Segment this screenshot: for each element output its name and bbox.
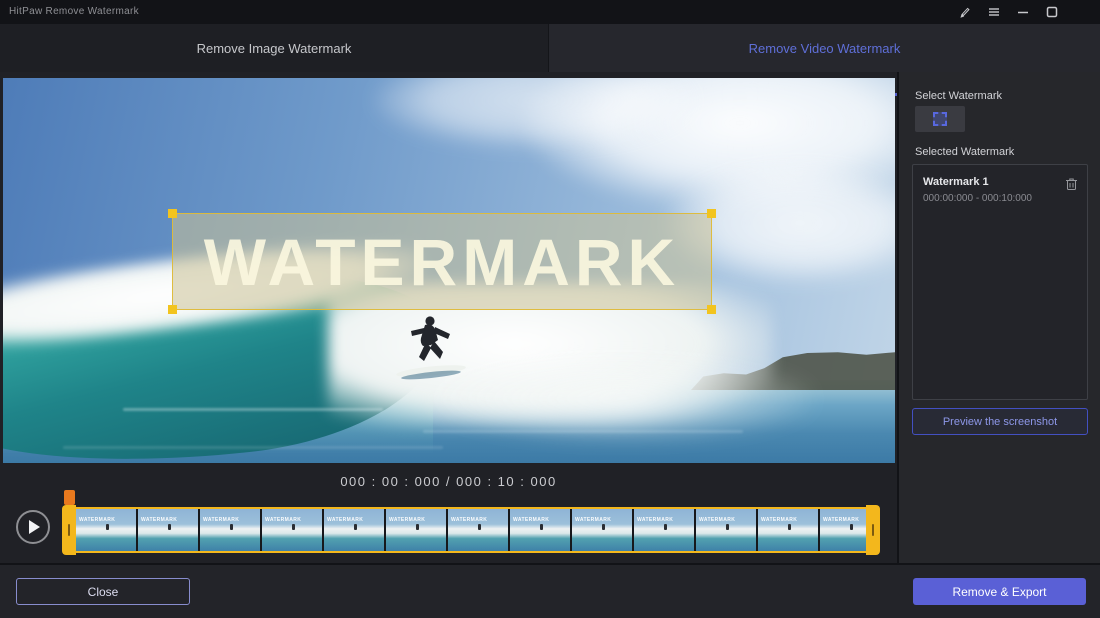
surfer-silhouette (391, 314, 475, 385)
titlebar: HitPaw Remove Watermark (0, 0, 1100, 24)
thumbnail-watermark-text: WATERMARK (203, 517, 240, 523)
water-ripple (63, 446, 443, 449)
thumbnail-watermark-text: WATERMARK (389, 517, 426, 523)
thumbnail-surfer (602, 524, 605, 530)
timeline-thumbnail[interactable]: WATERMARK (262, 509, 322, 551)
bottom-bar: Close Remove & Export (0, 563, 1100, 618)
tab-label: Remove Video Watermark (748, 40, 901, 56)
remove-export-button[interactable]: Remove & Export (913, 578, 1086, 605)
preview-screenshot-button[interactable]: Preview the screenshot (912, 408, 1088, 435)
thumbnail-surfer (850, 524, 853, 530)
thumbnail-surfer (416, 524, 419, 530)
thumbnail-watermark-text: WATERMARK (513, 517, 550, 523)
timeline-strip[interactable]: WATERMARK WATERMARK WATERMARK WATERMARK WATE… (62, 505, 880, 555)
handle-grip (68, 524, 70, 536)
tab-remove-image-watermark[interactable]: Remove Image Watermark (0, 24, 548, 72)
select-watermark-label: Select Watermark (915, 90, 1003, 102)
thumbnail-watermark-text: WATERMARK (637, 517, 674, 523)
handle-grip (872, 524, 874, 536)
timeline-thumbnails: WATERMARK WATERMARK WATERMARK WATERMARK WATE… (76, 507, 866, 553)
play-button[interactable] (16, 510, 50, 544)
thumbnail-surfer (292, 524, 295, 530)
right-panel: Select Watermark Selected Watermark Wate… (897, 72, 1100, 563)
select-watermark-tool-button[interactable] (915, 106, 965, 132)
thumbnail-watermark-text: WATERMARK (265, 517, 302, 523)
thumbnail-surfer (788, 524, 791, 530)
timeline-thumbnail[interactable]: WATERMARK (696, 509, 756, 551)
timeline-thumbnail[interactable]: WATERMARK (572, 509, 632, 551)
thumbnail-surfer (230, 524, 233, 530)
close-button[interactable]: Close (16, 578, 190, 605)
whitewater-spray (433, 356, 813, 441)
app-title: HitPaw Remove Watermark (9, 6, 139, 17)
selected-watermark-label: Selected Watermark (915, 146, 1015, 158)
thumbnail-surfer (478, 524, 481, 530)
watermark-selection-box[interactable]: WATERMARK (168, 209, 716, 314)
delete-watermark-icon[interactable] (1065, 177, 1078, 196)
selected-watermark-list: Watermark 1 000:00:000 - 000:10:000 (912, 164, 1088, 400)
thumbnail-surfer (354, 524, 357, 530)
maximize-icon[interactable] (1045, 6, 1058, 19)
thumbnail-watermark-text: WATERMARK (451, 517, 488, 523)
timecode-display: 000 : 00 : 000 / 000 : 10 : 000 (340, 474, 557, 489)
resize-handle-top-right[interactable] (707, 209, 716, 218)
timeline-thumbnail[interactable]: WATERMARK (510, 509, 570, 551)
thumbnail-surfer (106, 524, 109, 530)
resize-handle-top-left[interactable] (168, 209, 177, 218)
resize-handle-bottom-left[interactable] (168, 305, 177, 314)
app-window: HitPaw Remove Watermark Remove Image Wat… (0, 0, 1100, 618)
water-ripple (423, 430, 743, 433)
thumbnail-surfer (540, 524, 543, 530)
marquee-select-icon (933, 112, 947, 126)
timeline-thumbnail[interactable]: WATERMARK (138, 509, 198, 551)
tab-bar: Remove Image Watermark Remove Video Wate… (0, 24, 1100, 96)
timeline-thumbnail[interactable]: WATERMARK (634, 509, 694, 551)
timeline-thumbnail[interactable]: WATERMARK (386, 509, 446, 551)
thumbnail-watermark-text: WATERMARK (575, 517, 612, 523)
thumbnail-watermark-text: WATERMARK (699, 517, 736, 523)
play-icon (29, 520, 40, 534)
thumbnail-surfer (664, 524, 667, 530)
trim-handle-right[interactable] (866, 505, 880, 555)
thumbnail-watermark-text: WATERMARK (327, 517, 364, 523)
timeline-thumbnail[interactable]: WATERMARK (820, 509, 866, 551)
timeline-thumbnail[interactable]: WATERMARK (200, 509, 260, 551)
feedback-pencil-icon[interactable] (958, 6, 971, 19)
thumbnail-watermark-text: WATERMARK (141, 517, 178, 523)
watermark-item-time-range: 000:00:000 - 000:10:000 (923, 193, 1032, 204)
trim-handle-left[interactable] (62, 505, 76, 555)
thumbnail-watermark-text: WATERMARK (823, 517, 860, 523)
thumbnail-watermark-text: WATERMARK (761, 517, 798, 523)
timeline-thumbnail[interactable]: WATERMARK (76, 509, 136, 551)
timeline-thumbnail[interactable]: WATERMARK (448, 509, 508, 551)
thumbnail-surfer (168, 524, 171, 530)
watermark-item-name: Watermark 1 (923, 176, 989, 188)
thumbnail-watermark-text: WATERMARK (79, 517, 116, 523)
minimize-icon[interactable] (1016, 6, 1029, 19)
watermark-list-item[interactable]: Watermark 1 000:00:000 - 000:10:000 (913, 165, 1087, 215)
menu-icon[interactable] (987, 6, 1000, 19)
water-ripple (123, 408, 383, 411)
timeline-thumbnail[interactable]: WATERMARK (758, 509, 818, 551)
thumbnail-surfer (726, 524, 729, 530)
resize-handle-bottom-right[interactable] (707, 305, 716, 314)
timeline-thumbnail[interactable]: WATERMARK (324, 509, 384, 551)
playhead-marker[interactable] (64, 490, 75, 505)
window-controls (958, 0, 1058, 24)
tab-label: Remove Image Watermark (196, 40, 352, 56)
tab-remove-video-watermark[interactable]: Remove Video Watermark (548, 24, 1100, 72)
video-preview[interactable]: WATERMARK (3, 78, 895, 463)
watermark-text: WATERMARK (203, 224, 681, 299)
